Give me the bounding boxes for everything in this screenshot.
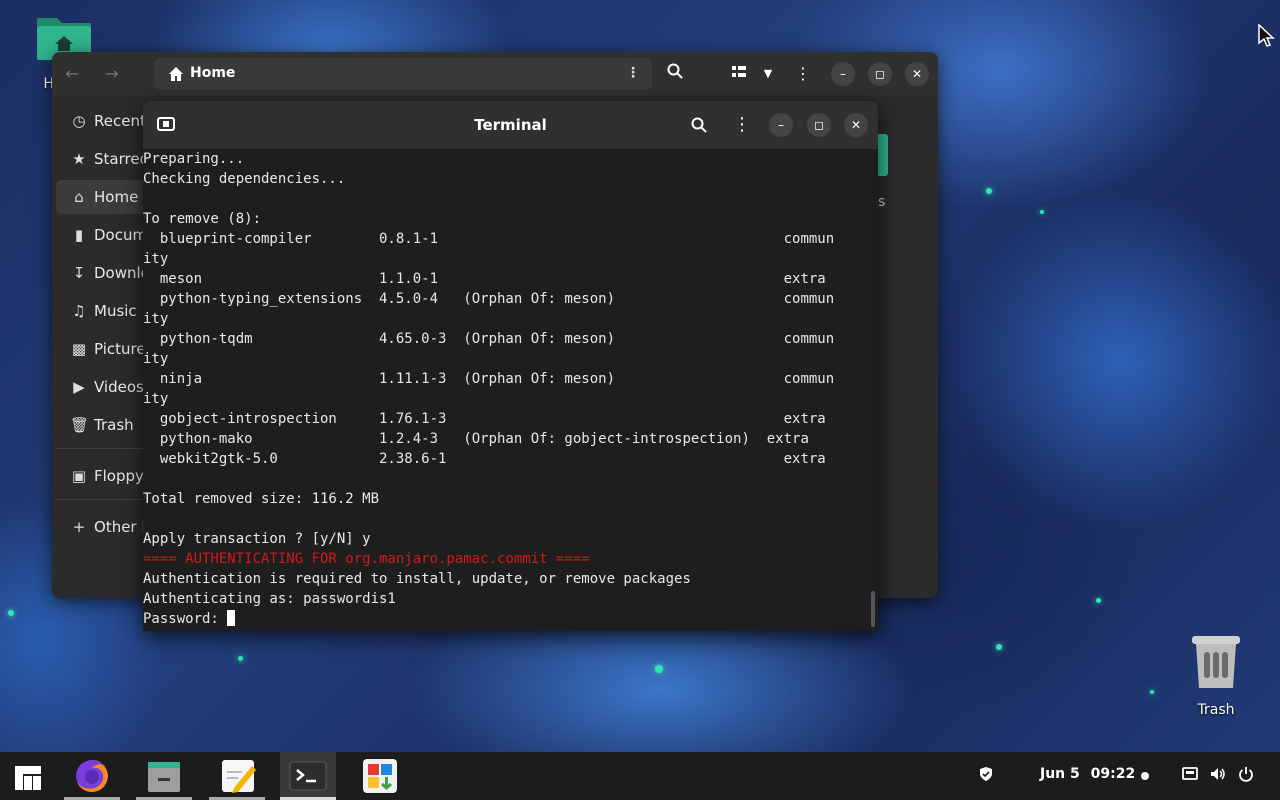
- terminal-output-line: webkit2gtk-5.0 2.38.6-1 extra: [143, 451, 826, 467]
- terminal-output-line: Apply transaction ? [y/N] y: [143, 531, 371, 547]
- terminal-scrollbar[interactable]: [871, 591, 875, 627]
- taskbar: Jun 5 09:22: [0, 752, 1280, 800]
- text-cursor: [227, 610, 236, 626]
- star-icon: ★: [72, 150, 86, 168]
- taskbar-text-editor[interactable]: [218, 756, 258, 796]
- files-cabinet-icon: [148, 762, 180, 792]
- close-button[interactable]: ✕: [844, 113, 868, 137]
- plus-icon: +: [72, 518, 86, 536]
- wallpaper-sparkle: [8, 610, 14, 616]
- wallpaper-sparkle: [986, 188, 992, 194]
- clock-icon: ◷: [72, 112, 86, 130]
- document-icon: ▮: [74, 226, 84, 244]
- terminal-output[interactable]: Preparing... Checking dependencies... To r…: [143, 149, 868, 631]
- wallpaper-sparkle: [1150, 690, 1154, 694]
- forward-arrow-icon[interactable]: →: [100, 62, 124, 86]
- terminal-output-line: blueprint-compiler 0.8.1-1 commun: [143, 231, 835, 247]
- partial-folder-item[interactable]: s: [878, 134, 938, 214]
- search-icon[interactable]: [691, 117, 707, 137]
- terminal-output-line: ity: [143, 251, 169, 267]
- path-menu-icon[interactable]: ⋮: [626, 65, 640, 81]
- security-shield-icon[interactable]: [978, 766, 994, 786]
- back-arrow-icon[interactable]: ←: [60, 62, 84, 86]
- clock-time: 09:22: [1090, 766, 1136, 782]
- maximize-button[interactable]: ◻: [807, 113, 831, 137]
- clock[interactable]: Jun 5 09:22: [1040, 766, 1135, 782]
- terminal-output-line: To remove (8):: [143, 211, 262, 227]
- folder-icon: [878, 134, 888, 176]
- video-icon: ▶: [73, 378, 85, 396]
- menu-kebab-icon[interactable]: ⋮: [733, 114, 751, 135]
- path-bar-label: Home: [190, 65, 236, 81]
- desktop-trash[interactable]: Trash: [1186, 632, 1246, 718]
- desktop-trash-label: Trash: [1197, 702, 1235, 718]
- terminal-output-line: ninja 1.11.1-3 (Orphan Of: meson) commun: [143, 371, 835, 387]
- taskbar-terminal[interactable]: [288, 756, 328, 796]
- taskbar-firefox[interactable]: [72, 756, 112, 796]
- software-center-icon: [363, 759, 397, 793]
- terminal-output-line: Preparing...: [143, 151, 245, 167]
- volume-icon[interactable]: [1210, 766, 1226, 786]
- firefox-icon: [76, 760, 108, 792]
- terminal-output-line: python-typing_extensions 4.5.0-4 (Orphan…: [143, 291, 835, 307]
- list-view-icon[interactable]: [728, 63, 750, 85]
- picture-icon: ▩: [71, 340, 87, 358]
- minimize-button[interactable]: –: [831, 62, 855, 86]
- wallpaper-sparkle: [996, 644, 1002, 650]
- terminal-output-line: ity: [143, 311, 169, 327]
- trash-icon: 🗑: [70, 416, 90, 434]
- music-icon: ♫: [72, 302, 86, 320]
- network-icon[interactable]: [1182, 766, 1198, 786]
- clock-date: Jun 5: [1040, 766, 1080, 782]
- terminal-output-line: meson 1.1.0-1 extra: [143, 271, 826, 287]
- terminal-output-line: gobject-introspection 1.76.1-3 extra: [143, 411, 826, 427]
- terminal-output-line: Checking dependencies...: [143, 171, 346, 187]
- wallpaper-sparkle: [1096, 598, 1101, 603]
- home-icon: ⌂: [74, 188, 84, 206]
- maximize-button[interactable]: ◻: [868, 62, 892, 86]
- terminal-headerbar: Terminal ⋮ – ◻ ✕: [143, 101, 878, 149]
- taskbar-software-center[interactable]: [360, 756, 400, 796]
- text-editor-icon: [222, 760, 256, 793]
- path-bar[interactable]: Home ⋮: [154, 58, 652, 90]
- auth-line: Authenticating as: passwordis1: [143, 591, 396, 607]
- terminal-lines: Preparing... Checking dependencies... To r…: [143, 149, 868, 549]
- wallpaper-sparkle: [238, 656, 243, 661]
- manjaro-logo-icon: [15, 766, 41, 790]
- files-headerbar: ← → Home ⋮ ▼ ⋮ – ◻ ✕: [52, 52, 938, 96]
- notification-dot[interactable]: [1141, 772, 1149, 780]
- taskbar-files[interactable]: [144, 756, 184, 796]
- terminal-icon: [289, 761, 327, 791]
- terminal-output-line: ity: [143, 391, 169, 407]
- trash-icon: [1192, 636, 1240, 688]
- partial-folder-label: s: [878, 194, 886, 210]
- floppy-icon: ▣: [71, 467, 87, 485]
- terminal-output-line: ity: [143, 351, 169, 367]
- app-menu-button[interactable]: [8, 756, 48, 796]
- terminal-output-line: python-mako 1.2.4-3 (Orphan Of: gobject-…: [143, 431, 809, 447]
- minimize-button[interactable]: –: [769, 113, 793, 137]
- wallpaper-sparkle: [655, 665, 663, 673]
- search-icon[interactable]: [664, 63, 686, 85]
- terminal-output-line: Total removed size: 116.2 MB: [143, 491, 380, 507]
- wallpaper-sparkle: [1040, 210, 1044, 214]
- menu-kebab-icon[interactable]: ⋮: [792, 63, 814, 85]
- terminal-window: Terminal ⋮ – ◻ ✕ Preparing... Checking de…: [143, 101, 878, 631]
- download-icon: ↧: [72, 264, 86, 282]
- auth-line: Authentication is required to install, u…: [143, 571, 691, 587]
- mouse-cursor-icon: [1258, 24, 1275, 47]
- home-icon: [169, 67, 183, 81]
- power-icon[interactable]: [1238, 766, 1254, 786]
- terminal-title: Terminal: [474, 116, 547, 134]
- close-button[interactable]: ✕: [905, 62, 929, 86]
- auth-header-line: ==== AUTHENTICATING FOR org.manjaro.pama…: [143, 551, 590, 567]
- view-options-chevron-icon[interactable]: ▼: [757, 63, 779, 85]
- password-prompt-line[interactable]: Password:: [143, 609, 868, 629]
- terminal-output-line: python-tqdm 4.65.0-3 (Orphan Of: meson) …: [143, 331, 835, 347]
- password-prompt: Password:: [143, 611, 228, 627]
